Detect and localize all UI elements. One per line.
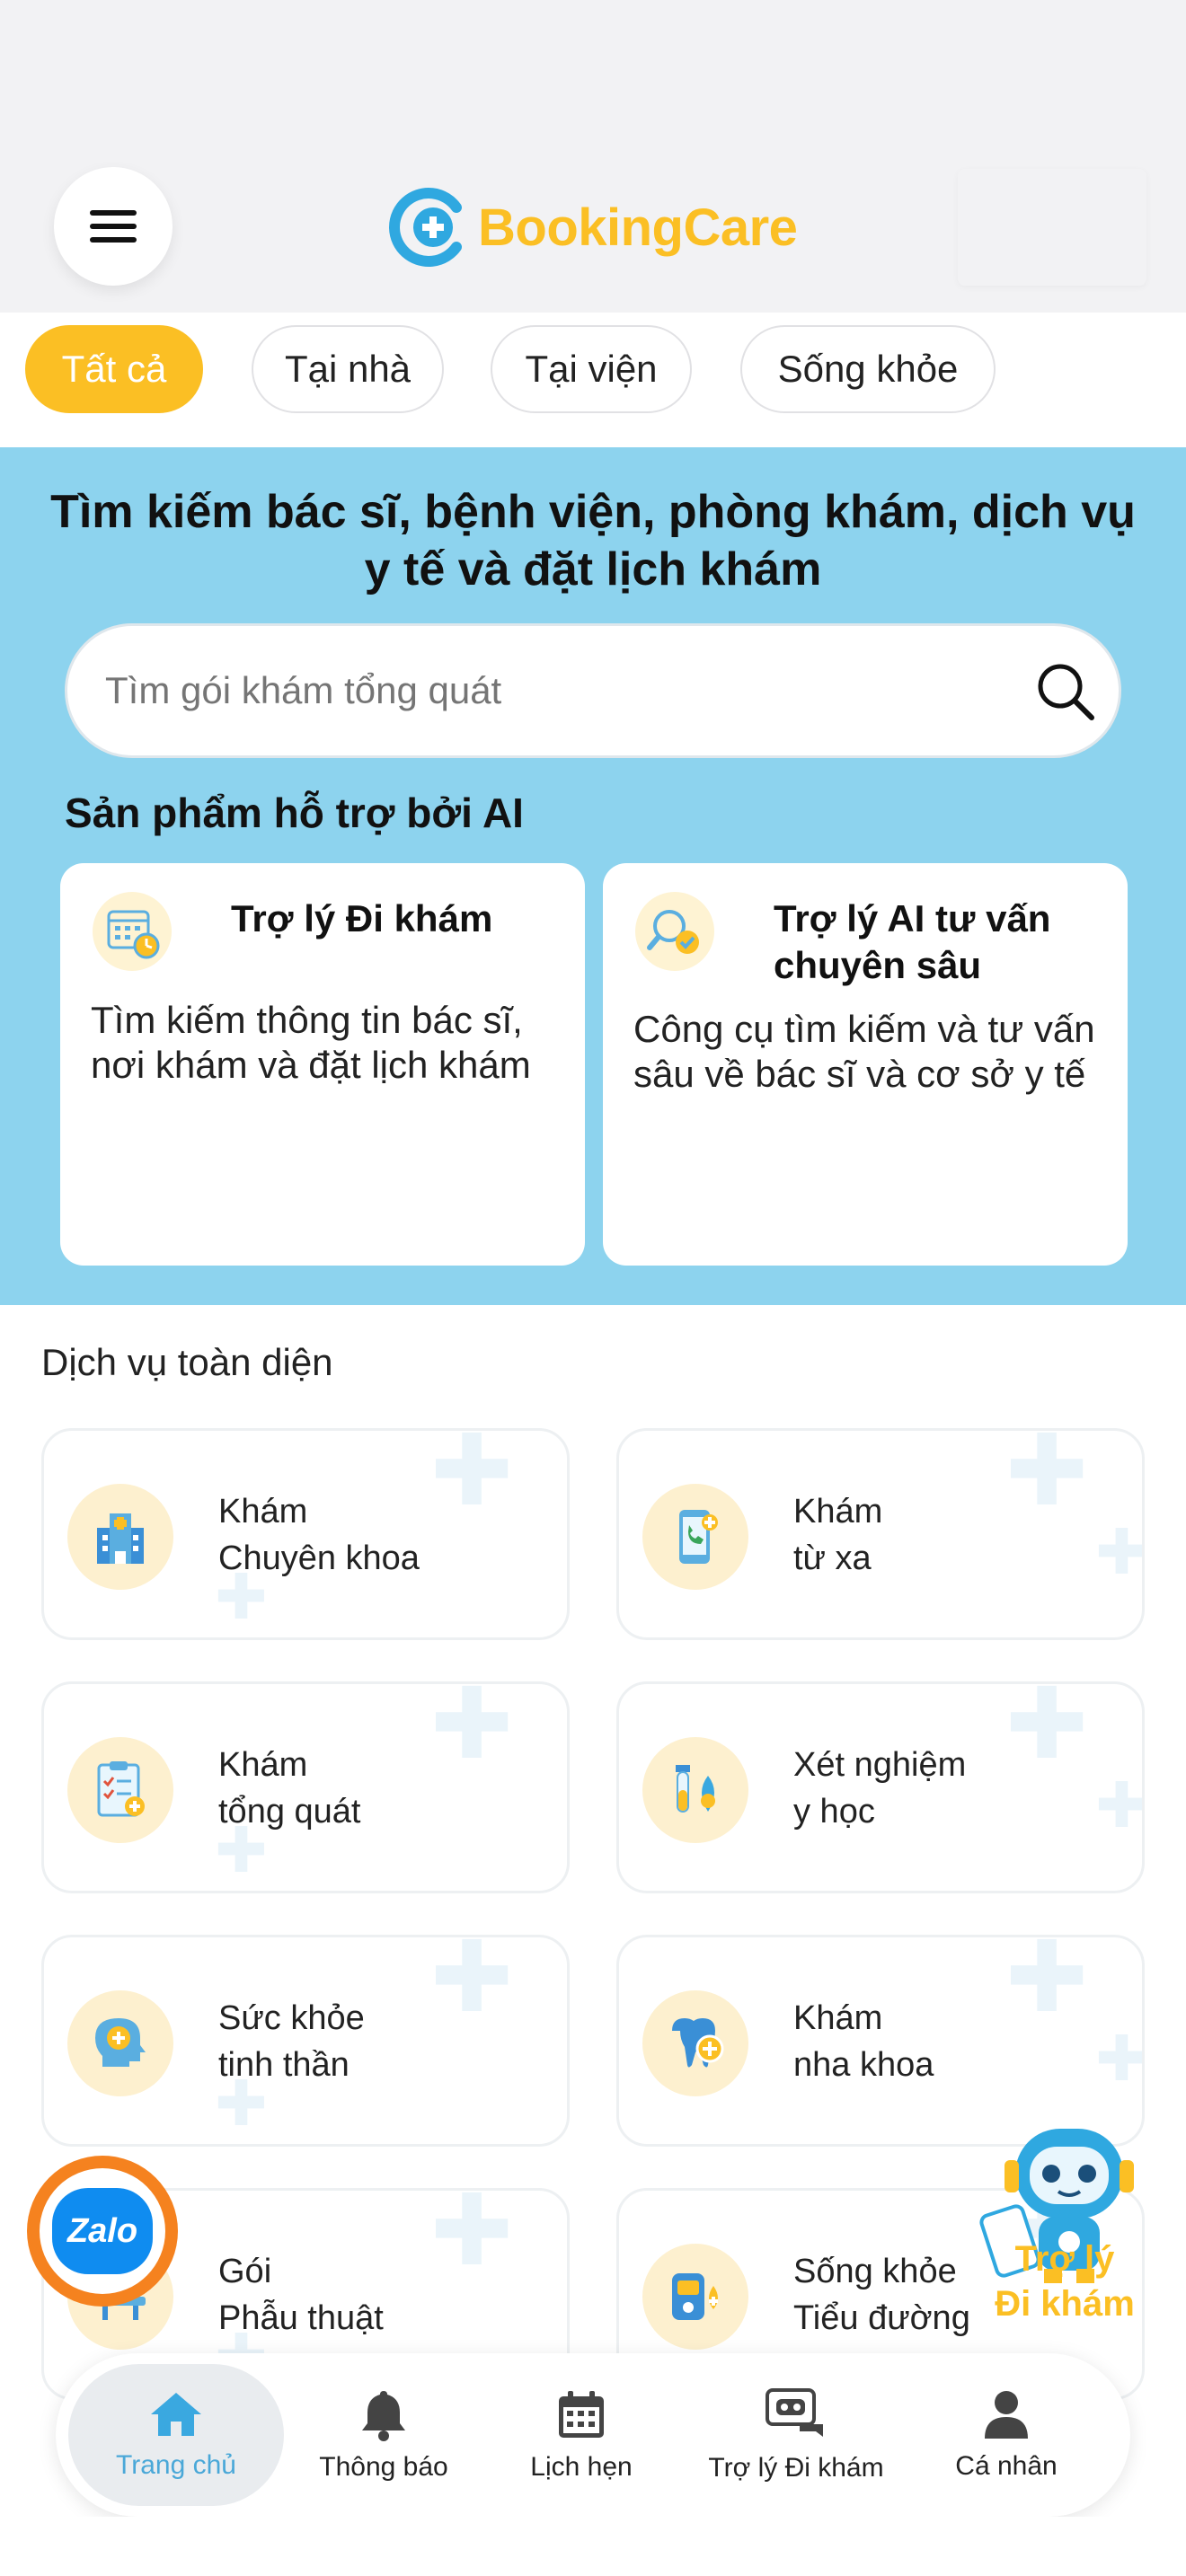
service-label: Sống khỏe Tiểu đường [793, 2248, 970, 2342]
bookingcare-logo-icon [389, 188, 462, 267]
home-indicator-area [0, 2517, 1186, 2576]
bottom-navigation: Trang chủ Thông báo Lịch hẹn Trợ lý Đi k… [56, 2353, 1130, 2517]
service-label-line2: từ xa [793, 1539, 872, 1577]
service-label-line2: tổng quát [218, 1793, 361, 1831]
service-card-general-checkup[interactable]: ✚ ✚ Khám tổng quát [41, 1681, 570, 1893]
plus-decoration: ✚ [430, 1428, 514, 1526]
search-bar[interactable] [65, 623, 1121, 758]
zalo-chat-button[interactable]: Zalo [27, 2156, 178, 2307]
plus-decoration: ✚ [1095, 2024, 1145, 2094]
hero-title: Tìm kiếm bác sĩ, bệnh viện, phòng khám, … [50, 486, 1136, 595]
mental-health-icon [67, 1990, 173, 2096]
search-input[interactable] [105, 626, 1004, 755]
robot-chat-icon [766, 2388, 823, 2437]
bell-icon [362, 2391, 405, 2441]
service-label: Xét nghiệm y học [793, 1742, 966, 1835]
service-label: Khám từ xa [793, 1488, 882, 1582]
plus-decoration: ✚ [430, 1935, 514, 2033]
service-label: Khám Chuyên khoa [218, 1488, 420, 1582]
service-label-line2: tinh thần [218, 2046, 350, 2084]
tooth-icon [642, 1990, 748, 2096]
ai-card-description: Công cụ tìm kiếm và tư vấn sâu về bác sĩ… [633, 1008, 1095, 1095]
brand-logo[interactable]: BookingCare [386, 178, 798, 277]
phone-call-icon [642, 1484, 748, 1590]
plus-decoration: ✚ [1095, 1517, 1145, 1587]
ai-section-title: Sản phẩm hỗ trợ bởi AI [65, 790, 524, 836]
ai-card-ai-consultant[interactable]: Trợ lý AI tư vấn chuyên sâu Công cụ tìm … [603, 863, 1128, 1266]
service-label-line1: Sống khỏe [793, 2253, 957, 2290]
zalo-icon: Zalo [52, 2188, 153, 2274]
service-label-line1: Sức khỏe [218, 1999, 365, 2037]
services-title: Dịch vụ toàn diện [41, 1341, 333, 1383]
service-card-remote[interactable]: ✚ ✚ Khám từ xa [616, 1428, 1145, 1640]
service-label-line1: Khám [218, 1746, 308, 1784]
clipboard-icon [67, 1737, 173, 1843]
service-label: Khám tổng quát [218, 1742, 360, 1835]
test-tube-icon [642, 1737, 748, 1843]
calendar-clock-icon [93, 892, 172, 971]
zalo-chat-inner: Zalo [40, 2168, 165, 2294]
service-label-line2: Chuyên khoa [218, 1539, 420, 1577]
assistant-label[interactable]: Trợ lý Đi khám [970, 2236, 1159, 2326]
ai-card-visit-assistant[interactable]: Trợ lý Đi khám Tìm kiếm thông tin bác sĩ… [60, 863, 585, 1266]
nav-label: Trang chủ [116, 2450, 236, 2480]
nav-label: Cá nhân [955, 2451, 1058, 2481]
ai-card-title: Trợ lý Đi khám [231, 897, 493, 940]
service-label-line2: Phẫu thuật [218, 2299, 384, 2337]
plus-decoration: ✚ [1005, 1428, 1089, 1526]
service-card-lab-test[interactable]: ✚ ✚ Xét nghiệm y học [616, 1681, 1145, 1893]
service-label-line2: y học [793, 1793, 875, 1831]
service-label: Gói Phẫu thuật [218, 2248, 384, 2342]
filter-chips: Tất cả Tại nhà Tại viện Sống khỏe [0, 313, 1186, 447]
assistant-label-line1: Trợ lý [1014, 2239, 1115, 2279]
service-label-line2: nha khoa [793, 2046, 934, 2084]
hamburger-icon [90, 210, 137, 243]
nav-label: Lịch hẹn [530, 2452, 633, 2482]
service-label-line1: Gói [218, 2253, 272, 2290]
service-label-line1: Khám [793, 1493, 883, 1531]
nav-item-notifications[interactable]: Thông báo [298, 2353, 469, 2517]
nav-item-home[interactable]: Trang chủ [68, 2364, 284, 2506]
top-bar-right-slot [958, 169, 1146, 286]
nav-item-profile[interactable]: Cá nhân [918, 2353, 1094, 2517]
filter-chip-home[interactable]: Tại nhà [252, 325, 444, 413]
filter-chip-all[interactable]: Tất cả [25, 325, 203, 413]
hospital-icon [67, 1484, 173, 1590]
service-label-line1: Khám [218, 1493, 308, 1531]
nav-label: Thông báo [319, 2452, 448, 2482]
ai-card-title: Trợ lý AI tư vấn chuyên sâu [774, 897, 1051, 986]
ai-card-description: Tìm kiếm thông tin bác sĩ, nơi khám và đ… [91, 999, 531, 1086]
plus-decoration: ✚ [1005, 1935, 1089, 2033]
service-label-line1: Khám [793, 1999, 883, 2037]
search-check-icon [635, 892, 714, 971]
nav-item-appointments[interactable]: Lịch hẹn [496, 2353, 667, 2517]
nav-item-visit-assistant[interactable]: Trợ lý Đi khám [690, 2353, 902, 2517]
service-card-mental-health[interactable]: ✚ ✚ Sức khỏe tinh thần [41, 1935, 570, 2147]
assistant-label-line2: Đi khám [995, 2284, 1135, 2324]
plus-decoration: ✚ [430, 2188, 514, 2286]
menu-button[interactable] [54, 167, 173, 286]
hero-section: Tìm kiếm bác sĩ, bệnh viện, phòng khám, … [0, 447, 1186, 1305]
plus-decoration: ✚ [1005, 1681, 1089, 1779]
glucose-meter-icon [642, 2244, 748, 2350]
service-label-line2: Tiểu đường [793, 2299, 970, 2337]
top-bar: BookingCare [0, 158, 1186, 313]
status-bar-area [0, 0, 1186, 158]
plus-decoration: ✚ [1095, 1770, 1145, 1840]
nav-label: Trợ lý Đi khám [708, 2453, 884, 2483]
filter-chip-healthy-living[interactable]: Sống khỏe [740, 325, 996, 413]
service-card-specialty[interactable]: ✚ ✚ Khám Chuyên khoa [41, 1428, 570, 1640]
service-label-line1: Xét nghiệm [793, 1746, 967, 1784]
home-icon [151, 2393, 201, 2436]
brand-name: BookingCare [478, 198, 798, 257]
plus-decoration: ✚ [430, 1681, 514, 1779]
user-icon [985, 2391, 1028, 2439]
search-icon[interactable] [1034, 660, 1097, 723]
filter-chip-clinic[interactable]: Tại viện [491, 325, 692, 413]
service-label: Sức khỏe tinh thần [218, 1995, 365, 2088]
calendar-icon [559, 2391, 604, 2438]
service-label: Khám nha khoa [793, 1995, 934, 2088]
